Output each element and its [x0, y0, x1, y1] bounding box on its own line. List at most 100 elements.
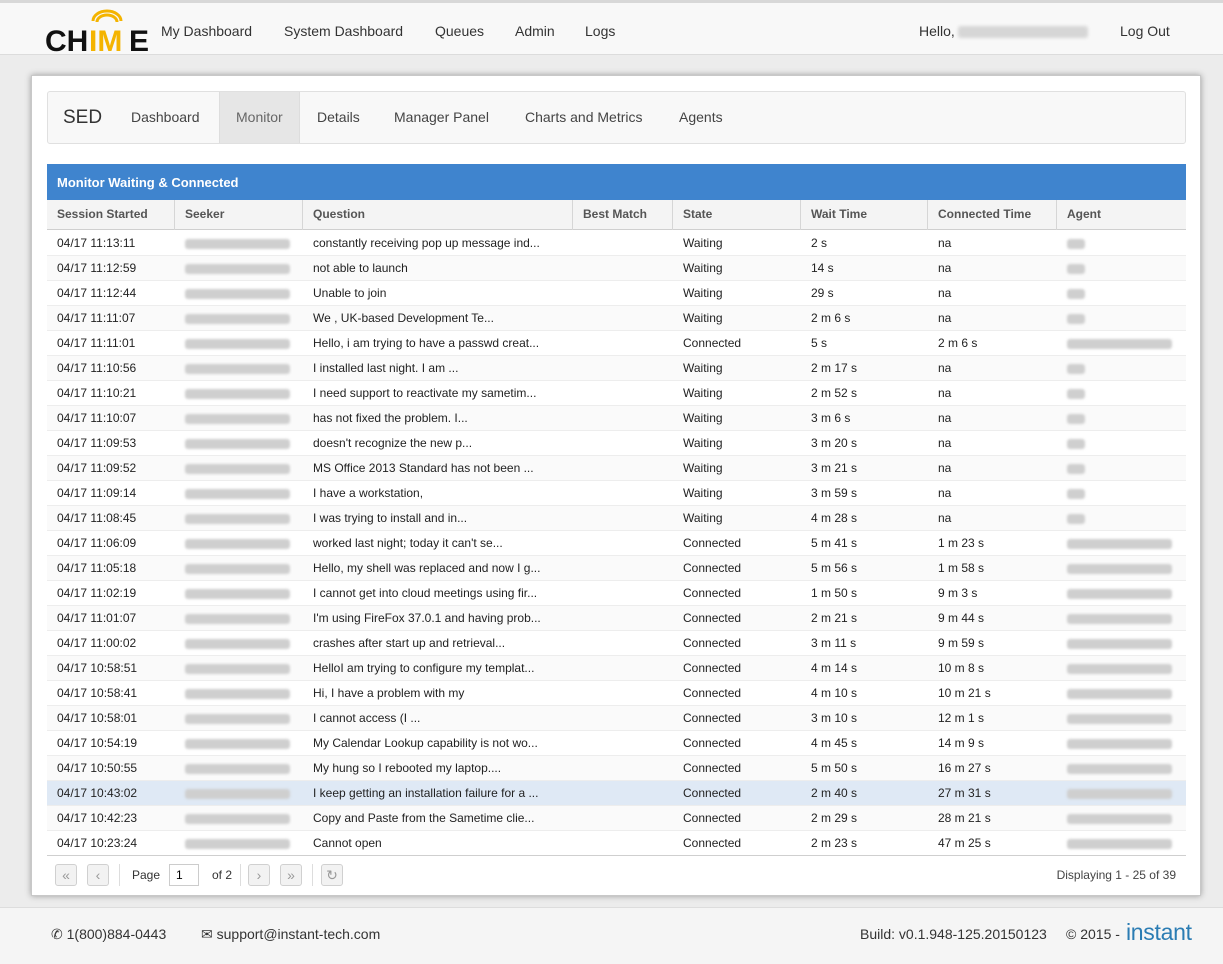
- table-row[interactable]: 04/17 11:06:09 worked last night; today i…: [47, 531, 1186, 556]
- tab-dashboard[interactable]: Dashboard: [115, 92, 216, 143]
- redacted-text: [1067, 488, 1085, 499]
- svg-text:CH: CH: [45, 25, 88, 53]
- table-row[interactable]: 04/17 11:11:01 Hello, i am trying to have…: [47, 331, 1186, 356]
- cell-state: Waiting: [683, 261, 723, 275]
- email-contact[interactable]: ✉ support@instant-tech.com: [201, 926, 380, 943]
- chime-logo[interactable]: CH IM E: [45, 9, 149, 58]
- cell-question: I need support to reactivate my sametim.…: [313, 386, 537, 400]
- cell-question: My Calendar Lookup capability is not wo.…: [313, 736, 538, 750]
- table-row[interactable]: 04/17 10:23:24 Cannot open Connected 2 m 23…: [47, 831, 1186, 855]
- col-best-match[interactable]: Best Match: [573, 200, 673, 230]
- cell-session-started: 04/17 11:10:21: [57, 386, 137, 400]
- grid-title: Monitor Waiting & Connected: [47, 164, 1186, 200]
- cell-question: constantly receiving pop up message ind.…: [313, 236, 540, 250]
- cell-seeker: [175, 531, 303, 555]
- table-row[interactable]: 04/17 11:00:02 crashes after start up and…: [47, 631, 1186, 656]
- table-row[interactable]: 04/17 11:11:07 We , UK-based Development …: [47, 306, 1186, 331]
- nav-queues[interactable]: Queues: [435, 23, 484, 39]
- table-row[interactable]: 04/17 11:05:18 Hello, my shell was replac…: [47, 556, 1186, 581]
- table-row[interactable]: 04/17 11:12:59 not able to launch Waiting 1…: [47, 256, 1186, 281]
- cell-wait-time: 4 m 45 s: [811, 736, 858, 750]
- col-question[interactable]: Question: [303, 200, 573, 230]
- cell-wait-time: 2 m 52 s: [811, 386, 858, 400]
- redacted-text: [185, 413, 290, 424]
- nav-admin[interactable]: Admin: [515, 23, 555, 39]
- logout-link[interactable]: Log Out: [1120, 23, 1170, 39]
- prev-page-icon[interactable]: ‹: [87, 864, 109, 886]
- table-row[interactable]: 04/17 10:58:41 Hi, I have a problem with …: [47, 681, 1186, 706]
- col-session-started[interactable]: Session Started: [47, 200, 175, 230]
- hello-label: Hello,: [919, 23, 955, 39]
- redacted-text: [185, 738, 290, 749]
- nav-logs[interactable]: Logs: [585, 23, 615, 39]
- redacted-text: [185, 813, 290, 824]
- cell-agent: [1057, 681, 1186, 705]
- table-row[interactable]: 04/17 11:01:07 I'm using FireFox 37.0.1 a…: [47, 606, 1186, 631]
- instant-logo[interactable]: instant: [1126, 919, 1192, 946]
- cell-wait-time: 2 m 40 s: [811, 786, 858, 800]
- col-agent[interactable]: Agent: [1057, 200, 1186, 230]
- table-row[interactable]: 04/17 11:10:56 I installed last night. I …: [47, 356, 1186, 381]
- col-wait-time[interactable]: Wait Time: [801, 200, 928, 230]
- nav-my-dashboard[interactable]: My Dashboard: [161, 23, 252, 39]
- cell-wait-time: 4 m 28 s: [811, 511, 858, 525]
- table-row[interactable]: 04/17 11:12:44 Unable to join Waiting 29 s n…: [47, 281, 1186, 306]
- table-row[interactable]: 04/17 10:43:02 I keep getting an installa…: [47, 781, 1186, 806]
- first-page-icon[interactable]: «: [55, 864, 77, 886]
- cell-session-started: 04/17 11:06:09: [57, 536, 137, 550]
- cell-state: Connected: [683, 711, 742, 725]
- col-state[interactable]: State: [673, 200, 801, 230]
- next-page-icon[interactable]: ›: [248, 864, 270, 886]
- table-row[interactable]: 04/17 11:09:52 MS Office 2013 Standard ha…: [47, 456, 1186, 481]
- table-row[interactable]: 04/17 10:50:55 My hung so I rebooted my l…: [47, 756, 1186, 781]
- table-row[interactable]: 04/17 10:54:19 My Calendar Lookup capabil…: [47, 731, 1186, 756]
- last-page-icon[interactable]: »: [280, 864, 302, 886]
- redacted-text: [1067, 338, 1172, 349]
- cell-best-match: [573, 706, 673, 730]
- cell-agent: [1057, 481, 1186, 505]
- tab-charts-and-metrics[interactable]: Charts and Metrics: [509, 92, 658, 143]
- cell-best-match: [573, 806, 673, 830]
- table-row[interactable]: 04/17 10:42:23 Copy and Paste from the Sa…: [47, 806, 1186, 831]
- table-row[interactable]: 04/17 11:09:53 doesn't recognize the new …: [47, 431, 1186, 456]
- cell-session-started: 04/17 11:11:07: [57, 311, 136, 325]
- tab-monitor[interactable]: Monitor: [219, 92, 300, 143]
- redacted-text: [185, 613, 290, 624]
- table-row[interactable]: 04/17 11:08:45 I was trying to install an…: [47, 506, 1186, 531]
- cell-wait-time: 3 m 59 s: [811, 486, 858, 500]
- cell-session-started: 04/17 11:11:01: [57, 336, 136, 350]
- page-number-input[interactable]: [169, 864, 199, 886]
- nav-system-dashboard[interactable]: System Dashboard: [284, 23, 403, 39]
- table-row[interactable]: 04/17 10:58:51 HelloI am trying to config…: [47, 656, 1186, 681]
- tab-agents[interactable]: Agents: [663, 92, 739, 143]
- cell-connected-time: 9 m 3 s: [938, 586, 978, 600]
- top-navbar: CH IM E My Dashboard System Dashboard Qu…: [0, 0, 1223, 58]
- cell-wait-time: 2 m 6 s: [811, 311, 851, 325]
- cell-state: Connected: [683, 661, 742, 675]
- redacted-text: [1067, 513, 1085, 524]
- table-row[interactable]: 04/17 11:02:19 I cannot get into cloud me…: [47, 581, 1186, 606]
- table-row[interactable]: 04/17 11:09:14 I have a workstation, Waiti…: [47, 481, 1186, 506]
- tab-details[interactable]: Details: [301, 92, 376, 143]
- cell-connected-time: 1 m 23 s: [938, 536, 985, 550]
- redacted-text: [185, 463, 290, 474]
- redacted-text: [1067, 563, 1172, 574]
- support-email[interactable]: support@instant-tech.com: [217, 926, 381, 942]
- cell-best-match: [573, 256, 673, 280]
- cell-seeker: [175, 506, 303, 530]
- refresh-icon[interactable]: ↻: [321, 864, 343, 886]
- table-row[interactable]: 04/17 11:13:11 constantly receiving pop u…: [47, 231, 1186, 256]
- build-version: Build: v0.1.948-125.20150123: [860, 926, 1047, 942]
- redacted-text: [185, 538, 290, 549]
- col-connected-time[interactable]: Connected Time: [928, 200, 1057, 230]
- cell-state: Connected: [683, 636, 742, 650]
- col-seeker[interactable]: Seeker: [175, 200, 303, 230]
- pagination-toolbar: « ‹ Page of 2 › » ↻ Displaying 1 - 25 of…: [47, 855, 1186, 895]
- cell-best-match: [573, 306, 673, 330]
- table-row[interactable]: 04/17 11:10:07 has not fixed the problem.…: [47, 406, 1186, 431]
- cell-session-started: 04/17 11:00:02: [57, 636, 137, 650]
- cell-state: Waiting: [683, 361, 723, 375]
- table-row[interactable]: 04/17 11:10:21 I need support to reactiva…: [47, 381, 1186, 406]
- tab-manager-panel[interactable]: Manager Panel: [378, 92, 505, 143]
- table-row[interactable]: 04/17 10:58:01 I cannot access (I ... Conn…: [47, 706, 1186, 731]
